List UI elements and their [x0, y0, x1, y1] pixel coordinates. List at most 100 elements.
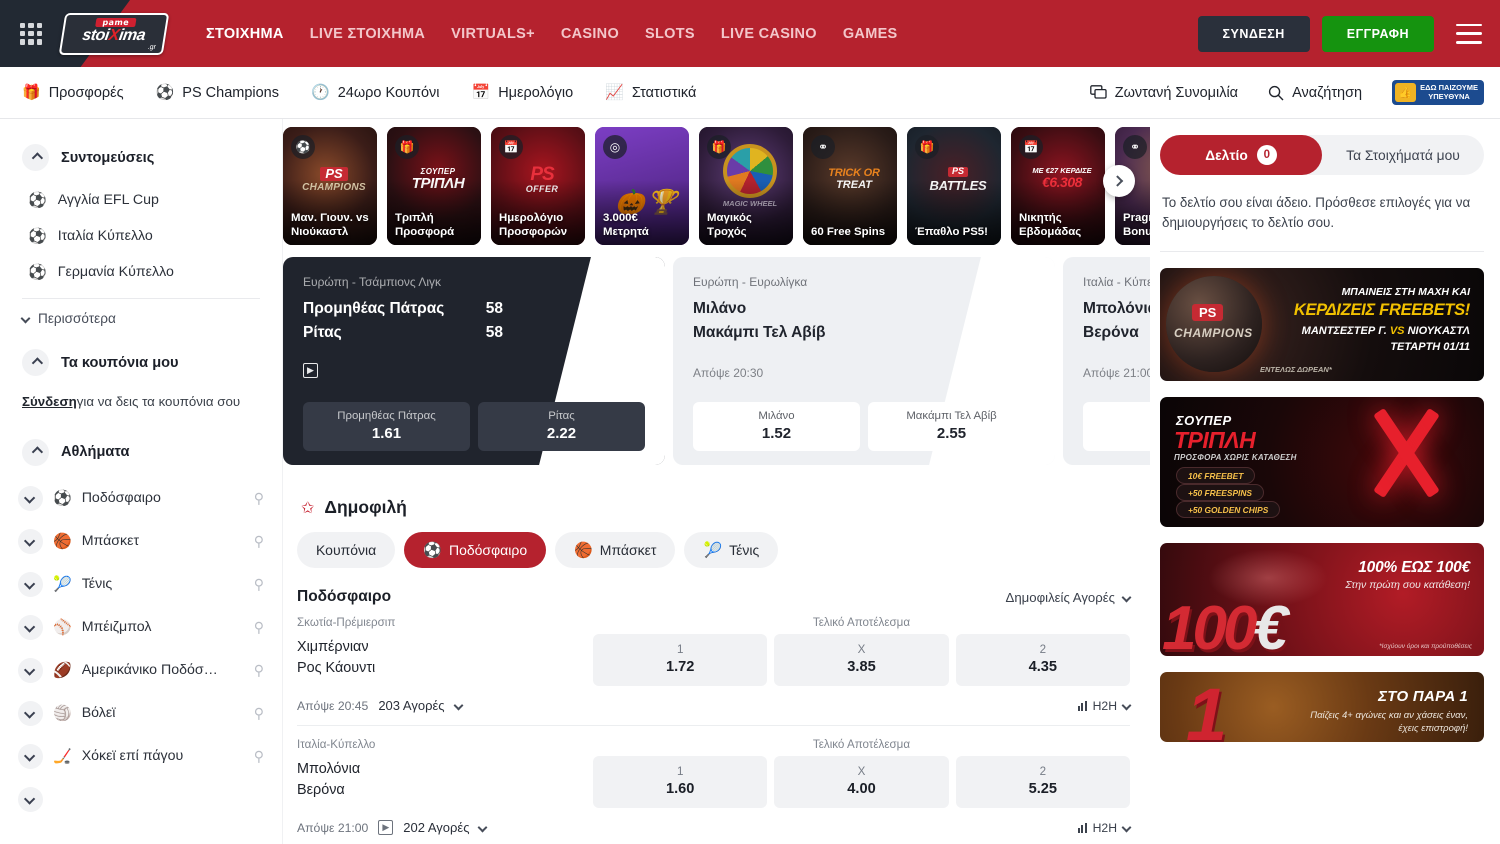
- promo-card-ps5-prize[interactable]: PS BATTLES 🎁 Έπαθλο PS5!: [907, 127, 1001, 245]
- event-odd-button-x[interactable]: X 4.00: [774, 756, 948, 808]
- featured-odd-button[interactable]: Προμηθέας Πάτρας 1.61: [303, 402, 470, 451]
- banner-deposit-bonus[interactable]: 100€ 100% ΕΩΣ 100€ Στην πρώτη σου κατάθε…: [1160, 543, 1484, 656]
- promo-card-tripli[interactable]: ΣΟΥΠΕΡ ΤΡΙΠΛΗ 🎁 Τριπλή Προσφορά: [387, 127, 481, 245]
- sidebar-section-shortcuts[interactable]: Συντομεύσεις: [0, 133, 282, 182]
- event-odd-button-1[interactable]: 1 1.72: [593, 634, 767, 686]
- tab-football[interactable]: ⚽ Ποδόσφαιρο: [404, 532, 546, 568]
- sidebar-sport-tennis[interactable]: 🎾 Τένις ⚲: [0, 563, 282, 606]
- sidebar-sport-next[interactable]: [0, 778, 282, 821]
- secondary-navigation: 🎁 Προσφορές ⚽ PS Champions 🕐 24ωρο Κουπό…: [0, 67, 1500, 119]
- chevron-down-icon: [21, 314, 31, 324]
- sidebar-sport-football[interactable]: ⚽ Ποδόσφαιρο ⚲: [0, 477, 282, 520]
- event-odd-button-x[interactable]: X 3.85: [774, 634, 948, 686]
- banner-tripli-label: ΤΡΙΠΛΗ: [1174, 427, 1255, 454]
- register-button[interactable]: ΕΓΓΡΑΦΗ: [1322, 16, 1434, 52]
- chevron-down-icon[interactable]: [18, 701, 43, 726]
- main-navigation: ΣΤΟΙΧΗΜΑ LIVE ΣΤΟΙΧΗΜΑ VIRTUALS+ CASINO …: [206, 26, 898, 42]
- apps-grid-icon[interactable]: [20, 23, 42, 45]
- responsible-gaming-badge[interactable]: 👍 ΕΔΩ ΠΑΙΖΟΥΜΕ ΥΠΕΥΘΥΝΑ: [1392, 80, 1484, 105]
- event-h2h-button[interactable]: H2H: [1078, 821, 1130, 835]
- event-odd-value: 4.35: [960, 659, 1126, 675]
- event-odd-button-2[interactable]: 2 5.25: [956, 756, 1130, 808]
- subnav-item-24h-coupon[interactable]: 🕐 24ωρο Κουπόνι: [311, 85, 440, 101]
- event-team-2: Ρος Κάουντι: [297, 658, 593, 679]
- banner-super-tripli[interactable]: ΣΟΥΠΕΡ ΤΡΙΠΛΗ ΠΡΟΣΦΟΡΑ ΧΩΡΙΣ ΚΑΤΑΘΕΣΗ 10…: [1160, 397, 1484, 527]
- subnav-item-offers[interactable]: 🎁 Προσφορές: [22, 85, 124, 101]
- nav-item-slots[interactable]: SLOTS: [645, 26, 695, 42]
- site-logo[interactable]: pame stoiXima .gr: [60, 11, 168, 57]
- chevron-down-icon[interactable]: [18, 486, 43, 511]
- tab-betslip[interactable]: Δελτίο 0: [1160, 135, 1322, 175]
- featured-match-card-3[interactable]: Ιταλία - Κύπελλο Μπολόνια Βερόνα Απόψε 2…: [1063, 257, 1150, 465]
- sidebar-item-germany-cup[interactable]: ⚽ Γερμανία Κύπελλο: [0, 254, 282, 290]
- subnav-item-ps-champions[interactable]: ⚽ PS Champions: [156, 85, 279, 101]
- sidebar-sport-american-football[interactable]: 🏈 Αμερικάνικο Ποδόσ… ⚲: [0, 649, 282, 692]
- sidebar-section-sports[interactable]: Αθλήματα: [0, 428, 282, 477]
- promo-card-free-spins[interactable]: TRICK OR TREAT ⚭ 60 Free Spins: [803, 127, 897, 245]
- featured-odd-value: 2.22: [484, 425, 639, 442]
- promo-card-calendar-offers[interactable]: PS OFFER 📅 Ημερολόγιο Προσφορών: [491, 127, 585, 245]
- sport-block-title: Ποδόσφαιρο: [297, 588, 391, 606]
- login-button[interactable]: ΣΥΝΔΕΣΗ: [1198, 16, 1310, 52]
- featured-odd-button[interactable]: Ρίτας 2.22: [478, 402, 645, 451]
- sidebar-sport-ice-hockey[interactable]: 🏒 Χόκεϊ επί πάγου ⚲: [0, 735, 282, 778]
- pin-icon[interactable]: ⚲: [254, 748, 264, 765]
- pin-icon[interactable]: ⚲: [254, 490, 264, 507]
- featured-odd-button[interactable]: Μιλάνο 1.52: [693, 402, 860, 451]
- nav-item-live-casino[interactable]: LIVE CASINO: [721, 26, 817, 42]
- pin-icon[interactable]: ⚲: [254, 662, 264, 679]
- h2h-label: H2H: [1093, 821, 1117, 835]
- event-odd-button-2[interactable]: 2 4.35: [956, 634, 1130, 686]
- chevron-down-icon[interactable]: [18, 615, 43, 640]
- nav-item-casino[interactable]: CASINO: [561, 26, 619, 42]
- banner-ps-champions[interactable]: PS CHAMPIONS ΜΠΑΙΝΕΙΣ ΣΤΗ ΜΑΧΗ ΚΑΙ ΚΕΡΔΙ…: [1160, 268, 1484, 381]
- sidebar-section-my-coupons[interactable]: Τα κουπόνια μου: [0, 338, 282, 387]
- sidebar-sport-basketball[interactable]: 🏀 Μπάσκετ ⚲: [0, 520, 282, 563]
- live-chat-button[interactable]: Ζωντανή Συνομιλία: [1090, 85, 1238, 101]
- pin-icon[interactable]: ⚲: [254, 705, 264, 722]
- event-h2h-button[interactable]: H2H: [1078, 699, 1130, 713]
- sidebar-item-england-efl-cup[interactable]: ⚽ Αγγλία EFL Cup: [0, 182, 282, 218]
- search-button[interactable]: Αναζήτηση: [1268, 85, 1362, 101]
- nav-item-virtuals[interactable]: VIRTUALS+: [451, 26, 535, 42]
- tab-basketball[interactable]: 🏀 Μπάσκετ: [555, 532, 675, 568]
- pin-icon[interactable]: ⚲: [254, 576, 264, 593]
- subnav-item-statistics[interactable]: 📈 Στατιστικά: [605, 85, 696, 101]
- chevron-down-icon[interactable]: [18, 787, 43, 812]
- chevron-down-icon[interactable]: [18, 744, 43, 769]
- sidebar-more-button[interactable]: Περισσότερα: [0, 299, 282, 338]
- soccer-ball-icon: ⚽: [423, 543, 442, 558]
- chevron-down-icon[interactable]: [18, 529, 43, 554]
- hamburger-menu-icon[interactable]: [1456, 24, 1482, 44]
- tab-tennis[interactable]: 🎾 Τένις: [684, 532, 778, 568]
- event-markets-count[interactable]: 203 Αγορές: [378, 698, 444, 713]
- chevron-down-icon[interactable]: [18, 572, 43, 597]
- banner-sto-para-1[interactable]: 1 ΣΤΟ ΠΑΡΑ 1 Παίζεις 4+ αγώνες και αν χά…: [1160, 672, 1484, 742]
- subnav-item-calendar[interactable]: 📅 Ημερολόγιο: [472, 85, 574, 101]
- featured-team-2: Βερόνα: [1083, 324, 1139, 342]
- tab-coupons[interactable]: Κουπόνια: [297, 532, 395, 568]
- sidebar-item-italy-cup[interactable]: ⚽ Ιταλία Κύπελλο: [0, 218, 282, 254]
- tab-my-bets[interactable]: Τα Στοιχήματά μου: [1322, 135, 1484, 175]
- sidebar-sport-baseball[interactable]: ⚾ Μπέιζμπολ ⚲: [0, 606, 282, 649]
- markets-dropdown[interactable]: Δημοφιλείς Αγορές: [1006, 590, 1130, 605]
- coupons-login-link[interactable]: Σύνδεση: [22, 394, 77, 409]
- promo-carousel-next-button[interactable]: [1103, 165, 1135, 197]
- event-odd-button-1[interactable]: 1 1.60: [593, 756, 767, 808]
- sidebar-sport-volleyball[interactable]: 🏐 Βόλεϊ ⚲: [0, 692, 282, 735]
- nav-item-stoixima[interactable]: ΣΤΟΙΧΗΜΑ: [206, 26, 284, 42]
- pin-icon[interactable]: ⚲: [254, 533, 264, 550]
- promo-card-weekly-winner[interactable]: ΜΕ €27 ΚΕΡΔΙΣΕ €6.308 📅 Νικητής Εβδομάδα…: [1011, 127, 1105, 245]
- featured-match-card-2[interactable]: Ευρώπη - Ευρωλίγκα Μιλάνο Μακάμπι Τελ Αβ…: [673, 257, 1055, 465]
- event-markets-count[interactable]: 202 Αγορές: [403, 820, 469, 835]
- promo-card-ps-champions[interactable]: PS CHAMPIONS ⚽ Μαν. Γιουν. vs Νιούκαστλ: [283, 127, 377, 245]
- promo-card-cash-3000[interactable]: 🎃 🏆 ◎ 3.000€ Μετρητά: [595, 127, 689, 245]
- featured-odd-button[interactable]: 1 1.60: [1083, 402, 1150, 451]
- promo-card-magic-wheel[interactable]: MAGIC WHEEL 🎁 Μαγικός Τροχός: [699, 127, 793, 245]
- featured-odd-button[interactable]: Μακάμπι Τελ Αβίβ 2.55: [868, 402, 1035, 451]
- nav-item-live-stoixima[interactable]: LIVE ΣΤΟΙΧΗΜΑ: [310, 26, 425, 42]
- featured-match-card-1[interactable]: Ευρώπη - Τσάμπιονς Λιγκ Προμηθέας Πάτρας…: [283, 257, 665, 465]
- chevron-down-icon[interactable]: [18, 658, 43, 683]
- nav-item-games[interactable]: GAMES: [843, 26, 898, 42]
- pin-icon[interactable]: ⚲: [254, 619, 264, 636]
